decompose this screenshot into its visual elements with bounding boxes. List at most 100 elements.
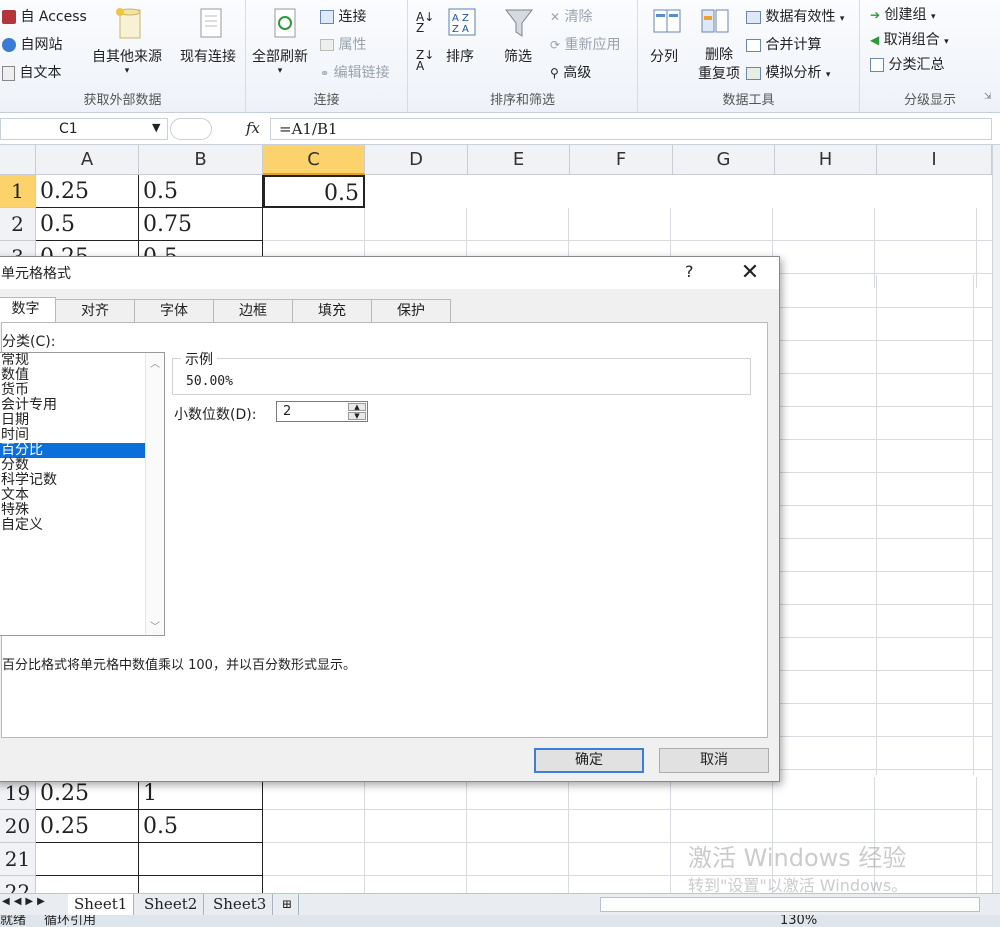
chevron-down-icon: ▾ — [944, 37, 949, 47]
advanced-filter-button[interactable]: ⚲ 高级 — [550, 62, 591, 82]
list-item-selected[interactable]: 百分比 — [0, 443, 145, 458]
dialog-launcher-icon[interactable]: ⇲ — [984, 92, 992, 102]
tab-alignment[interactable]: 对齐 — [55, 299, 135, 323]
list-item[interactable]: 日期 — [0, 413, 145, 428]
list-item[interactable]: 文本 — [0, 488, 145, 503]
tab-border[interactable]: 边框 — [213, 299, 293, 323]
column-header-g[interactable]: G — [673, 145, 775, 175]
clear-filter-button[interactable]: ✕ 清除 — [550, 6, 593, 26]
cell-b21[interactable] — [139, 843, 263, 876]
list-item[interactable]: 科学记数 — [0, 473, 145, 488]
formula-bar-resize-handle[interactable] — [170, 118, 212, 140]
zoom-level[interactable]: 130% — [780, 915, 817, 927]
data-validation-button[interactable]: 数据有效性 ▾ — [746, 6, 844, 26]
subtotal-button[interactable]: 分类汇总 — [870, 54, 944, 74]
insert-function-icon[interactable]: fx — [246, 119, 260, 137]
column-header-d[interactable]: D — [365, 145, 468, 175]
refresh-all-button[interactable]: 全部刷新 ▾ — [252, 46, 308, 76]
list-item[interactable]: 货币 — [0, 383, 145, 398]
list-item[interactable]: 数值 — [0, 368, 145, 383]
status-circular: 循环引用 — [44, 915, 97, 927]
remove-duplicates-button[interactable]: 删除 重复项 — [698, 46, 740, 84]
list-item[interactable]: 时间 — [0, 428, 145, 443]
tab-fill[interactable]: 填充 — [292, 299, 372, 323]
column-header-b[interactable]: B — [139, 145, 263, 175]
sheet-tab[interactable]: Sheet3 — [207, 894, 274, 915]
column-header-i[interactable]: I — [877, 145, 992, 175]
insert-sheet-icon[interactable]: ⊞ — [276, 894, 300, 915]
column-header-a[interactable]: A — [36, 145, 139, 175]
ok-button[interactable]: 确定 — [534, 748, 644, 773]
sort-button[interactable]: 排序 — [446, 46, 474, 66]
sheet-nav-arrows-icon[interactable]: ◀◀▶▶ — [2, 896, 49, 907]
cancel-button[interactable]: 取消 — [659, 748, 769, 773]
what-if-analysis-button[interactable]: 模拟分析 ▾ — [746, 62, 830, 82]
list-item[interactable]: 分数 — [0, 458, 145, 473]
filter-button[interactable]: 筛选 — [504, 46, 532, 66]
formula-input[interactable]: =A1/B1 — [270, 118, 992, 140]
cell-b20[interactable]: 0.5 — [139, 810, 263, 843]
cell-a20[interactable]: 0.25 — [36, 810, 139, 843]
name-box[interactable]: C1 — [0, 118, 168, 140]
ungroup-button[interactable]: ◀ 取消组合 ▾ — [870, 29, 949, 49]
cell-c1[interactable]: 0.5 — [263, 175, 365, 208]
tab-protection[interactable]: 保护 — [371, 299, 451, 323]
tab-font[interactable]: 字体 — [134, 299, 214, 323]
tab-number[interactable]: 数字 — [0, 297, 56, 323]
select-all-corner[interactable] — [0, 145, 36, 175]
text-to-columns-button[interactable]: 分列 — [650, 46, 678, 66]
from-access-button[interactable]: 自 Access — [2, 6, 87, 26]
spin-down-icon[interactable]: ▼ — [348, 412, 366, 420]
existing-connections-button[interactable]: 现有连接 — [180, 46, 236, 66]
svg-text:Z A: Z A — [452, 24, 469, 35]
cell-b1[interactable]: 0.5 — [139, 175, 263, 208]
row-header[interactable]: 21 — [0, 843, 36, 876]
horizontal-scrollbar[interactable] — [600, 897, 980, 912]
reapply-button[interactable]: ⟳ 重新应用 — [550, 34, 621, 54]
group-button[interactable]: ➔ 创建组 ▾ — [870, 4, 936, 24]
list-item[interactable]: 特殊 — [0, 503, 145, 518]
decimal-places-stepper[interactable]: ▲ ▼ — [348, 403, 366, 420]
column-header-e[interactable]: E — [468, 145, 570, 175]
from-web-button[interactable]: 自网站 — [2, 34, 62, 54]
cell-a22[interactable] — [36, 876, 139, 893]
column-header-h[interactable]: H — [775, 145, 877, 175]
row-header[interactable]: 1 — [0, 175, 36, 208]
cell-a2[interactable]: 0.5 — [36, 208, 139, 241]
column-header-c[interactable]: C — [263, 145, 365, 175]
connections-button[interactable]: 连接 — [320, 6, 366, 26]
edit-links-button[interactable]: ⚭ 编辑链接 — [320, 62, 390, 82]
funnel-icon — [504, 6, 534, 40]
from-other-sources-button[interactable]: 自其他来源 ▾ — [92, 46, 162, 76]
consolidate-button[interactable]: 合并计算 — [746, 34, 821, 54]
properties-button[interactable]: 属性 — [320, 34, 366, 54]
from-text-button[interactable]: 自文本 — [2, 62, 61, 82]
sheet-tab[interactable]: Sheet1 — [68, 894, 135, 915]
sort-ascending-button[interactable]: A↓ Z — [416, 11, 434, 34]
cell-b22[interactable] — [139, 876, 263, 893]
sort-descending-button[interactable]: Z↓ A — [416, 49, 434, 72]
help-icon[interactable]: ? — [685, 262, 694, 281]
chevron-up-icon[interactable]: ︿ — [150, 355, 160, 370]
category-listbox[interactable]: 常规 数值 货币 会计专用 日期 时间 百分比 分数 科学记数 文本 特殊 自定… — [0, 352, 165, 636]
chevron-down-icon[interactable]: ﹀ — [150, 618, 160, 633]
dialog-titlebar[interactable]: 单元格格式 ? ✕ — [0, 257, 779, 289]
cell-b2[interactable]: 0.75 — [139, 208, 263, 241]
list-item[interactable]: 常规 — [0, 353, 145, 368]
vertical-scrollbar[interactable] — [992, 145, 1000, 893]
column-header-f[interactable]: F — [570, 145, 673, 175]
close-icon[interactable]: ✕ — [735, 259, 765, 287]
row-header[interactable]: 2 — [0, 208, 36, 241]
row-header[interactable]: 22 — [0, 876, 36, 893]
name-box-dropdown-icon[interactable]: ▼ — [152, 121, 160, 134]
cell-a21[interactable] — [36, 843, 139, 876]
cell-a1[interactable]: 0.25 — [36, 175, 139, 208]
list-scrollbar[interactable]: ︿ ﹀ — [145, 353, 164, 635]
row-header[interactable]: 20 — [0, 810, 36, 843]
spin-up-icon[interactable]: ▲ — [348, 403, 366, 411]
list-item[interactable]: 自定义 — [0, 518, 145, 533]
sample-frame — [172, 358, 751, 395]
chevron-down-icon: ▾ — [124, 66, 130, 76]
list-item[interactable]: 会计专用 — [0, 398, 145, 413]
sheet-tab[interactable]: Sheet2 — [138, 894, 205, 915]
